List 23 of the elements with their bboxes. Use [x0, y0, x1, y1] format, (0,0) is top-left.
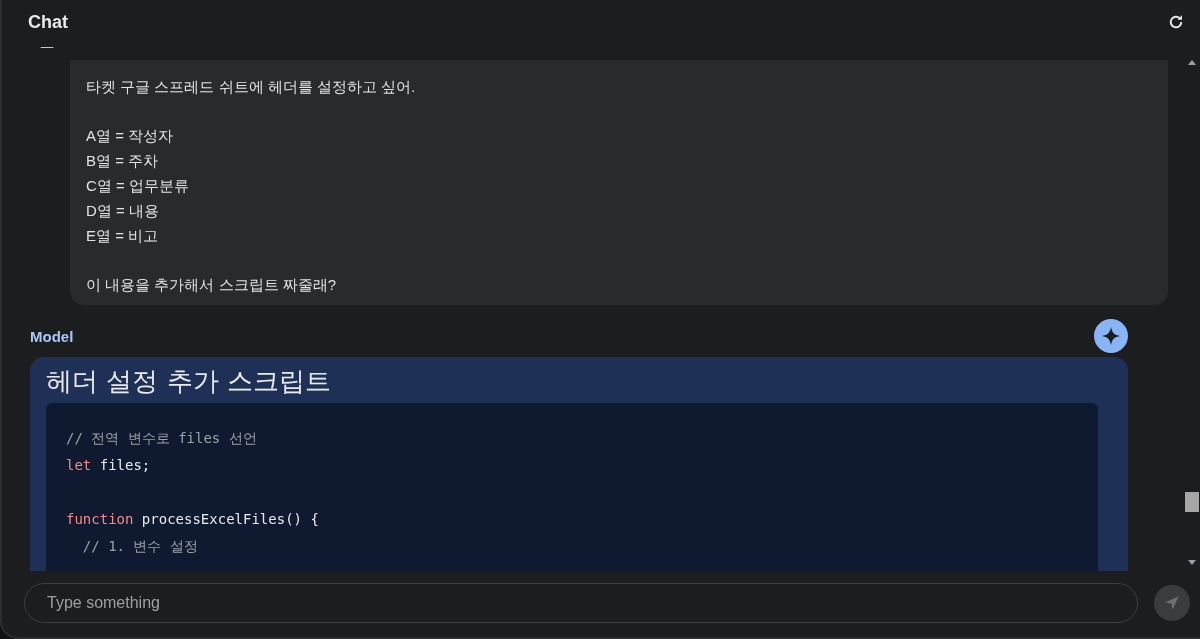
scroll-down-arrow-icon[interactable] — [1188, 560, 1196, 565]
code-line: // 1. 변수 설정 — [81, 537, 198, 556]
send-button[interactable] — [1154, 585, 1190, 621]
send-icon — [1164, 595, 1180, 611]
sparkle-icon — [1101, 326, 1121, 346]
message-text: 이 내용을 추가해서 스크립트 짜줄래? — [86, 275, 336, 295]
response-title: 헤더 설정 추가 스크립트 — [46, 365, 331, 398]
message-text: A열 = 작성자 — [86, 126, 174, 146]
code-line: let files; — [66, 456, 151, 475]
code-line: function processExcelFiles() { — [66, 510, 319, 529]
code-line: // 전역 변수로 files 선언 — [66, 429, 257, 448]
message-text: 타켓 구글 스프레드 쉬트에 헤더를 설정하고 싶어. — [86, 77, 416, 97]
message-text: D열 = 내용 — [86, 201, 159, 221]
message-text: C열 = 업무분류 — [86, 176, 189, 196]
message-text: B열 = 주차 — [86, 151, 159, 171]
collapse-mark[interactable]: — — [40, 38, 54, 56]
panel-title: Chat — [28, 11, 68, 33]
refresh-icon — [1167, 13, 1185, 31]
scrollbar-thumb[interactable] — [1185, 492, 1199, 512]
scroll-up-arrow-icon[interactable] — [1188, 60, 1196, 65]
model-label: Model — [30, 327, 74, 345]
message-input[interactable]: Type something — [24, 583, 1138, 623]
message-text: E열 = 비고 — [86, 226, 159, 246]
